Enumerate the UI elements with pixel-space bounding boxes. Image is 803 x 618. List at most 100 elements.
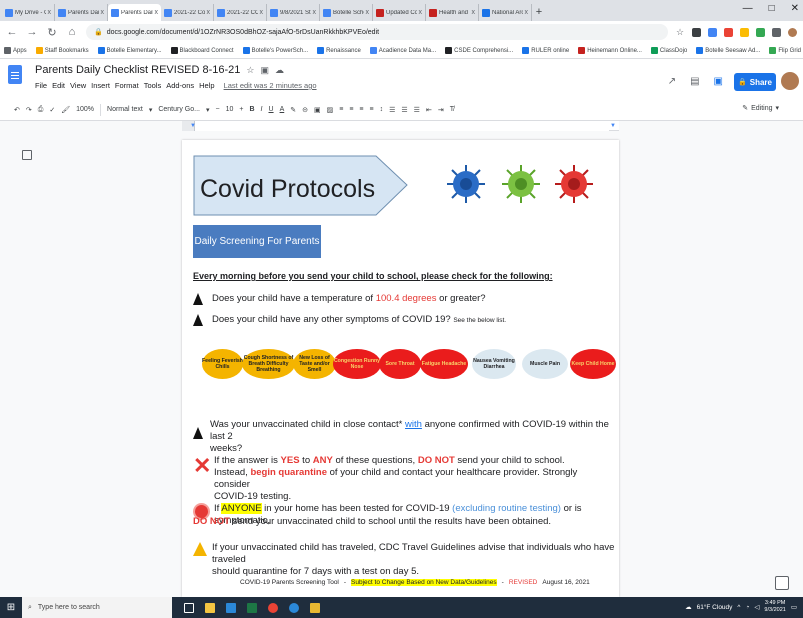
redo-icon[interactable]: ↷ [26,106,32,114]
document-title[interactable]: Parents Daily Checklist REVISED 8-16-21 [35,64,240,76]
increase-font-size-icon[interactable]: + [239,106,243,113]
bookmark-item[interactable]: Heinemann Online... [578,47,642,54]
close-tab-icon[interactable]: x [313,9,317,16]
font-select[interactable]: Century Go... [158,106,200,113]
activity-trend-icon[interactable]: ↗ [668,76,676,87]
close-tab-icon[interactable]: x [155,9,159,16]
task-view-icon[interactable] [184,602,194,613]
editing-mode-select[interactable]: ✎ Editing ▾ [742,104,779,113]
browser-tab[interactable]: My Drive - Googlx [2,4,55,21]
present-icon[interactable]: ▣ [714,76,723,87]
minimize-button[interactable]: — [743,3,753,14]
browser-tab[interactable]: 2021-22 Communix [161,4,214,21]
extension-icon[interactable] [740,27,749,37]
spellcheck-icon[interactable]: ✓ [49,106,55,114]
home-icon[interactable]: ⌂ [66,26,78,38]
numbered-list-icon[interactable]: ☰ [414,106,420,114]
close-tab-icon[interactable]: x [366,9,370,16]
menu-item-file[interactable]: File [35,81,47,90]
back-icon[interactable]: ← [6,26,18,38]
explore-button[interactable] [775,576,789,590]
new-tab-button[interactable]: + [532,4,546,21]
comment-icon[interactable]: ▣ [314,106,321,114]
menu-item-edit[interactable]: Edit [52,81,65,90]
undo-icon[interactable]: ↶ [14,106,20,114]
align-center-icon[interactable]: ≡ [349,106,353,113]
browser-tab[interactable]: Botelle School - Cx [320,4,373,21]
close-tab-icon[interactable]: x [207,9,211,16]
decrease-font-size-icon[interactable]: − [216,106,220,113]
notification-icon[interactable]: ▭ [791,603,797,611]
bookmark-item[interactable]: Flip Grid [769,47,801,54]
browser-tab[interactable]: 2021-22 COVID Px [214,4,267,21]
google-docs-logo-icon[interactable] [8,65,22,84]
windows-start-icon[interactable]: ⊞ [0,597,22,618]
text-color-icon[interactable]: A [280,106,285,113]
comment-history-icon[interactable]: ▤ [690,76,699,87]
increase-indent-icon[interactable]: ⇥ [438,106,444,114]
bookmark-item[interactable]: ClassDojo [650,47,687,54]
link-icon[interactable]: ⊝ [302,106,308,114]
bookmark-item[interactable]: CSDE Comprehensi... [445,47,513,54]
star-icon[interactable]: ☆ [246,65,254,76]
font-size-input[interactable]: 10 [226,106,234,113]
bookmark-item[interactable]: Acadience Data Ma... [369,47,436,54]
browser-tab[interactable]: 9/8/2021 Staff Mex [267,4,320,21]
left-indent-marker[interactable]: ▼ [190,123,196,129]
zoom-select[interactable]: 100% [76,106,94,113]
browser-tab[interactable]: Health and Safetyx [426,4,479,21]
bookmark-item[interactable]: Botelle Elementary... [97,47,162,54]
bookmark-item[interactable]: Botelle Seesaw Ad... [696,47,760,54]
extension-icon[interactable] [692,27,701,37]
close-tab-icon[interactable]: x [48,9,52,16]
menu-item-format[interactable]: Format [115,81,139,90]
browser-tab[interactable]: National Archivesx [479,4,532,21]
bookmark-item[interactable]: Botelle's PowerSch... [242,47,308,54]
share-button[interactable]: 🔒 Share [734,73,776,91]
profile-icon[interactable] [788,27,797,37]
clear-formatting-icon[interactable]: T̸ [450,106,454,113]
store-icon[interactable] [310,602,320,613]
taskbar-search[interactable]: ⌕ Type here to search [22,597,172,618]
image-icon[interactable]: ▨ [327,106,334,114]
browser-tab[interactable]: Updated Covid Prx [373,4,426,21]
weather-text[interactable]: 61°F Cloudy [697,604,733,611]
close-tab-icon[interactable]: x [472,9,476,16]
right-indent-marker[interactable]: ▼ [610,123,616,129]
style-select[interactable]: Normal text [107,106,143,113]
bold-icon[interactable]: B [249,106,254,113]
avatar[interactable] [781,72,799,90]
line-spacing-icon[interactable]: ↕ [380,106,384,113]
checklist-icon[interactable]: ☰ [389,106,395,114]
extension-icon[interactable] [708,27,717,37]
edge-icon[interactable] [289,602,299,613]
extension-icon[interactable] [756,27,765,37]
bulleted-list-icon[interactable]: ☰ [401,106,407,114]
weather-icon[interactable]: ☁ [685,603,692,611]
document-outline-icon[interactable] [22,150,32,160]
mail-icon[interactable] [226,602,236,613]
bookmark-item[interactable]: Staff Bookmarks [35,47,89,54]
close-tab-icon[interactable]: x [419,9,423,16]
bookmark-item[interactable]: Blackboard Connect [170,47,234,54]
puzzle-icon[interactable] [772,27,781,37]
close-tab-icon[interactable]: x [101,9,105,16]
underline-icon[interactable]: U [269,106,274,113]
close-tab-icon[interactable]: x [525,9,529,16]
clock[interactable]: 3:49 PM 9/3/2021 [764,600,785,614]
extension-icon[interactable] [724,27,733,37]
close-tab-icon[interactable]: x [260,9,264,16]
network-icon[interactable]: ◔ [745,604,749,611]
menu-item-insert[interactable]: Insert [91,81,110,90]
print-icon[interactable]: ⎙ [38,106,44,114]
file-explorer-icon[interactable] [205,602,215,613]
browser-tab[interactable]: Parents Daily Checx [108,4,161,21]
bookmark-item[interactable]: Apps [4,47,27,54]
cloud-status-icon[interactable]: ☁ [275,65,284,76]
menu-item-view[interactable]: View [70,81,86,90]
browser-tab[interactable]: Parents Daily Checx [55,4,108,21]
bookmark-item[interactable]: RULER online [522,47,569,54]
last-edit-link[interactable]: Last edit was 2 minutes ago [224,81,317,90]
close-window-button[interactable]: ✕ [791,3,799,14]
tray-chevron-icon[interactable]: ^ [737,604,740,611]
